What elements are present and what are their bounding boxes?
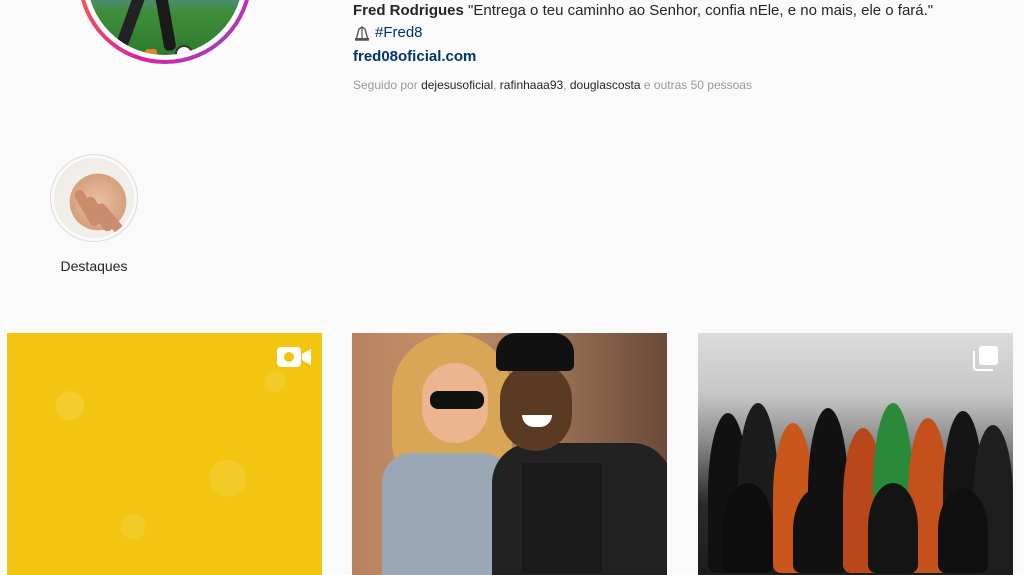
bio-quote: "Entrega o teu caminho ao Senhor, confia… [463, 2, 934, 19]
multiple-photos-icon [973, 346, 998, 371]
follower-link[interactable]: dejesusoficial [421, 78, 493, 92]
follower-link[interactable]: rafinhaaa93 [500, 78, 563, 92]
praying-hands-icon [355, 26, 369, 41]
bio-hashtag-line: #Fred8 [353, 22, 1013, 44]
soccer-ball-icon [175, 45, 193, 55]
bio-text-line: Fred Rodrigues "Entrega o teu caminho ao… [353, 0, 1013, 22]
website-link[interactable]: fred08oficial.com [353, 44, 1013, 70]
video-camera-icon [277, 347, 311, 367]
bio-hashtag-link[interactable]: #Fred8 [375, 22, 423, 44]
followed-by-text: Seguido por dejesusoficial, rafinhaaa93,… [353, 78, 752, 92]
follower-link[interactable]: douglascosta [570, 78, 641, 92]
post-tile-photo[interactable] [352, 333, 667, 575]
post-tile-video[interactable] [7, 333, 322, 575]
highlight-image [54, 158, 134, 238]
profile-bio: Fred Rodrigues "Entrega o teu caminho ao… [353, 0, 1013, 92]
highlight-label: Destaques [60, 258, 128, 274]
post-tile-carousel[interactable] [698, 333, 1013, 575]
story-highlight[interactable]: Destaques [48, 154, 140, 274]
avatar-photo [87, 0, 243, 55]
highlight-cover [50, 154, 138, 242]
profile-display-name: Fred Rodrigues [353, 2, 464, 19]
profile-avatar[interactable] [78, 0, 252, 64]
